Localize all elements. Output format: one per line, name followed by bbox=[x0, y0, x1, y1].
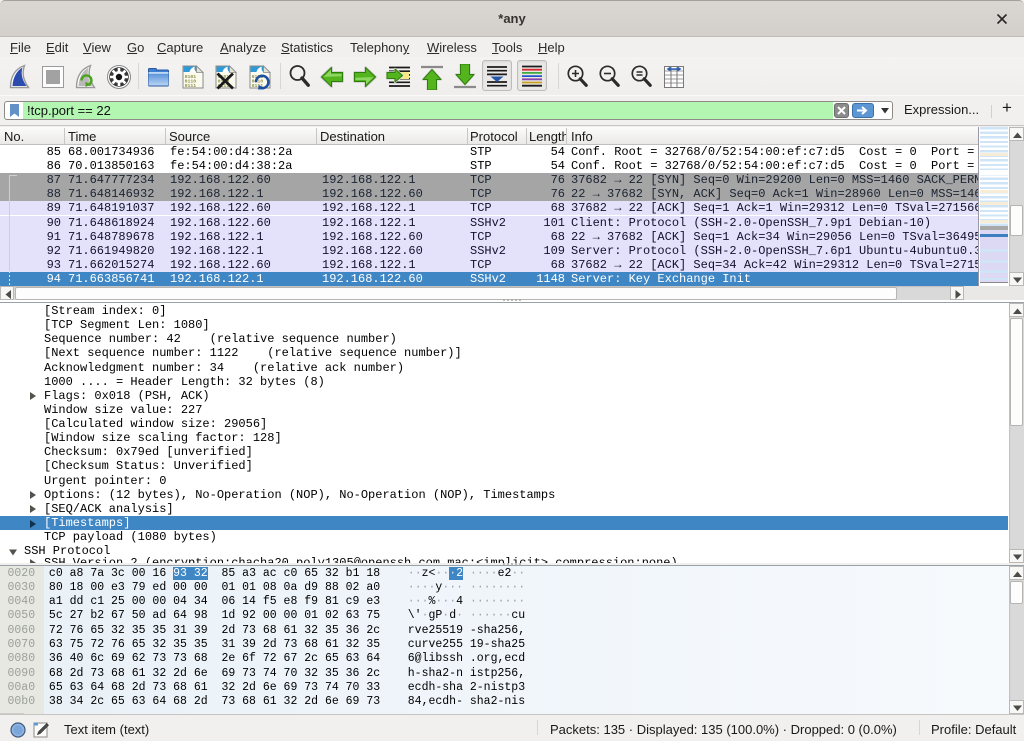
svg-text:0111: 0111 bbox=[185, 83, 197, 89]
